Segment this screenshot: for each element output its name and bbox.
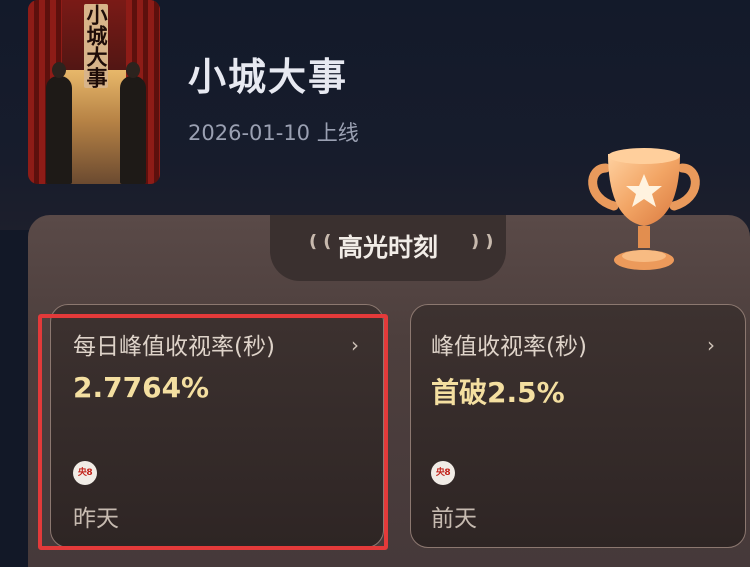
- poster-figure-left: [46, 62, 72, 184]
- channel-badge-icon: 央8: [431, 461, 455, 485]
- poster-title: 小城大事: [84, 4, 108, 88]
- poster-image[interactable]: 小城大事: [28, 0, 160, 184]
- trophy-star-icon: [588, 148, 700, 270]
- card-value: 2.7764%: [73, 371, 210, 404]
- highlight-card-peak[interactable]: 峰值收视率(秒) › 首破2.5% 央8 前天: [410, 304, 746, 548]
- release-date: 2026-01-10 上线: [188, 121, 359, 145]
- show-title: 小城大事: [188, 55, 349, 99]
- chevron-right-icon[interactable]: ›: [707, 333, 715, 357]
- wheat-laurel-icon: ❫❫: [468, 232, 497, 252]
- poster-figure-right: [120, 62, 146, 184]
- card-value: 首破2.5%: [431, 376, 565, 409]
- chevron-right-icon[interactable]: ›: [351, 333, 359, 357]
- card-label: 峰值收视率(秒): [431, 334, 587, 360]
- channel-badge-icon: 央8: [73, 461, 97, 485]
- card-label: 每日峰值收视率(秒): [73, 334, 275, 360]
- highlight-card-daily-peak[interactable]: 每日峰值收视率(秒) › 2.7764% 央8 昨天: [50, 304, 384, 548]
- card-time: 前天: [431, 506, 477, 532]
- card-time: 昨天: [73, 506, 119, 532]
